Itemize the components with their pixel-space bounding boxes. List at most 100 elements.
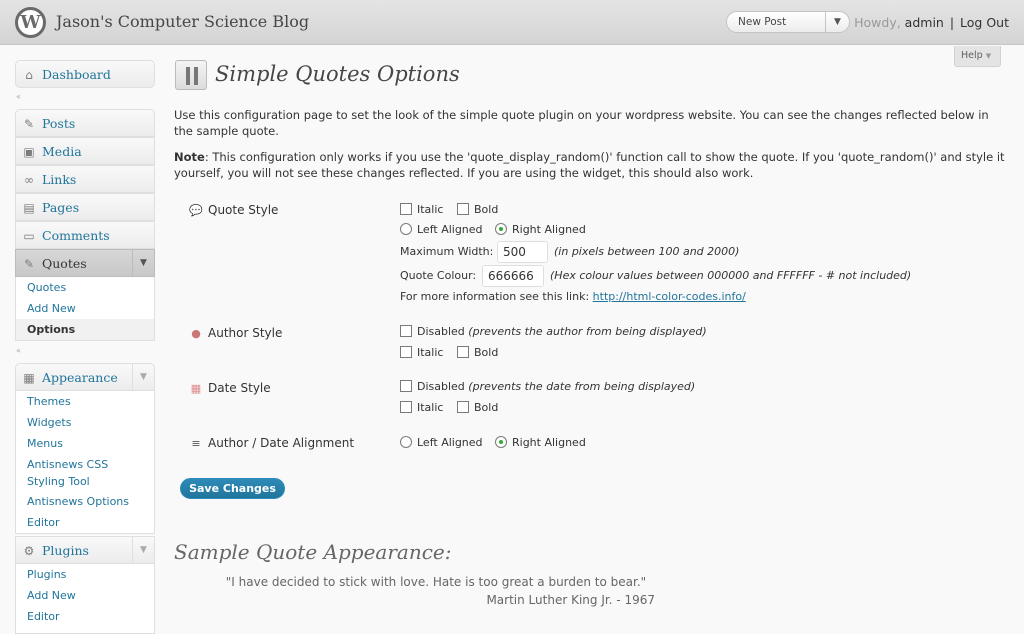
submenu-item-editor[interactable]: Editor bbox=[16, 606, 154, 627]
submenu-item-plugins[interactable]: Plugins bbox=[16, 564, 154, 585]
sidebar-item-comments[interactable]: ▭ Comments bbox=[15, 221, 155, 249]
sidebar-item-label[interactable]: Comments bbox=[42, 228, 110, 243]
pages-icon: ▤ bbox=[23, 201, 35, 215]
quote-style-text: Quote Style bbox=[208, 203, 279, 217]
sample-quote-text: "I have decided to stick with love. Hate… bbox=[225, 575, 647, 589]
submenu-item-widgets[interactable]: Widgets bbox=[16, 412, 154, 433]
appearance-icon: ▦ bbox=[23, 371, 35, 385]
note-body: : This configuration only works if you u… bbox=[174, 150, 1005, 180]
favorite-actions-dropdown[interactable]: New Post ▼ bbox=[726, 11, 850, 33]
more-info-text: For more information see this link: http… bbox=[400, 290, 746, 303]
quote-style-label: 💬 Quote Style bbox=[188, 203, 278, 217]
submenu-item-antisnews-css[interactable]: Antisnews CSS bbox=[16, 456, 154, 473]
submenu-item-antisnews-options[interactable]: Antisnews Options bbox=[16, 491, 154, 512]
plugins-submenu: Plugins Add New Editor bbox=[15, 564, 155, 634]
quotes-submenu: Quotes Add New Options bbox=[15, 277, 155, 341]
sidebar-item-label[interactable]: Media bbox=[42, 144, 82, 159]
help-tab[interactable]: Help ▼ bbox=[954, 46, 1001, 67]
sample-quote-heading: Sample Quote Appearance: bbox=[174, 540, 452, 564]
checkbox-label: Bold bbox=[474, 346, 499, 359]
save-changes-button[interactable]: Save Changes bbox=[180, 478, 285, 499]
max-width-label: Maximum Width: bbox=[400, 245, 494, 258]
color-codes-link[interactable]: http://html-color-codes.info/ bbox=[593, 290, 746, 303]
submenu-item-editor[interactable]: Editor bbox=[16, 512, 154, 533]
quote-right-aligned-radio[interactable]: Right Aligned bbox=[495, 223, 586, 236]
align-icon: ≡ bbox=[191, 437, 201, 450]
help-label[interactable]: Help bbox=[961, 50, 983, 61]
sidebar-item-quotes[interactable]: ✎ Quotes ▼ bbox=[15, 249, 155, 277]
help-arrow-icon: ▼ bbox=[985, 52, 992, 60]
sidebar-item-label[interactable]: Appearance bbox=[42, 370, 118, 385]
date-disabled-checkbox[interactable]: Disabled (prevents the date from being d… bbox=[400, 380, 695, 393]
max-width-input[interactable] bbox=[497, 241, 548, 263]
alignment-label: ≡ Author / Date Alignment bbox=[188, 436, 354, 450]
logout-link[interactable]: Log Out bbox=[960, 15, 1009, 30]
appearance-submenu: Themes Widgets Menus Antisnews CSS Styli… bbox=[15, 391, 155, 534]
submenu-item-menus[interactable]: Menus bbox=[16, 433, 154, 454]
sidebar-item-label[interactable]: Pages bbox=[42, 200, 79, 215]
site-title[interactable]: Jason's Computer Science Blog bbox=[56, 12, 309, 31]
author-style-text: Author Style bbox=[208, 326, 283, 340]
chevron-down-icon[interactable]: ▼ bbox=[132, 250, 154, 276]
sidebar-item-label[interactable]: Dashboard bbox=[42, 67, 111, 82]
quote-left-aligned-radio[interactable]: Left Aligned bbox=[400, 223, 483, 236]
howdy-text: Howdy, bbox=[854, 15, 901, 30]
author-disabled-checkbox[interactable]: Disabled (prevents the author from being… bbox=[400, 325, 707, 338]
sidebar-item-media[interactable]: ▣ Media bbox=[15, 137, 155, 165]
plug-icon: ⚙ bbox=[23, 544, 35, 558]
sidebar-item-label[interactable]: Plugins bbox=[42, 543, 89, 558]
quote-italic-checkbox[interactable]: Italic bbox=[400, 203, 443, 216]
quote-colour-input[interactable] bbox=[482, 265, 544, 287]
sidebar-item-label[interactable]: Links bbox=[42, 172, 76, 187]
sidebar-item-appearance[interactable]: ▦ Appearance ▼ bbox=[15, 363, 155, 391]
speech-bubble-icon: 💬 bbox=[189, 204, 203, 217]
submenu-item-quotes[interactable]: Quotes bbox=[16, 277, 154, 298]
chevron-down-icon[interactable]: ▼ bbox=[132, 364, 154, 390]
sidebar-item-links[interactable]: ∞ Links bbox=[15, 165, 155, 193]
sidebar-item-posts[interactable]: ✎ Posts bbox=[15, 109, 155, 137]
wordpress-logo-icon[interactable]: W bbox=[15, 7, 46, 38]
note-text: Note: This configuration only works if y… bbox=[174, 150, 1009, 181]
author-bold-checkbox[interactable]: Bold bbox=[457, 346, 498, 359]
favorite-actions-label[interactable]: New Post bbox=[738, 16, 786, 28]
sidebar-item-label[interactable]: Posts bbox=[42, 116, 75, 131]
page-title: Simple Quotes Options bbox=[215, 62, 460, 86]
submenu-item-add-new[interactable]: Add New bbox=[16, 298, 154, 319]
quote-colour-hint: (Hex colour values between 000000 and FF… bbox=[550, 269, 912, 282]
radio-label: Left Aligned bbox=[417, 223, 483, 236]
author-date-right-aligned-radio[interactable]: Right Aligned bbox=[495, 436, 586, 449]
date-bold-checkbox[interactable]: Bold bbox=[457, 401, 498, 414]
user-icon: ● bbox=[191, 327, 201, 340]
date-italic-checkbox[interactable]: Italic bbox=[400, 401, 443, 414]
radio-label: Left Aligned bbox=[417, 436, 483, 449]
submenu-item-styling-tool[interactable]: Styling Tool bbox=[16, 473, 154, 491]
user-info: Howdy, admin | Log Out bbox=[854, 15, 1009, 30]
checkbox-label: Italic bbox=[417, 203, 444, 216]
author-date-left-aligned-radio[interactable]: Left Aligned bbox=[400, 436, 483, 449]
username-link[interactable]: admin bbox=[905, 15, 944, 30]
sample-quote: "I have decided to stick with love. Hate… bbox=[174, 573, 698, 609]
calendar-icon: ▦ bbox=[190, 382, 202, 395]
checkbox-label: Bold bbox=[474, 401, 499, 414]
sidebar-item-label[interactable]: Quotes bbox=[42, 256, 87, 271]
sidebar-item-plugins[interactable]: ⚙ Plugins ▼ bbox=[15, 536, 155, 564]
submenu-item-themes[interactable]: Themes bbox=[16, 391, 154, 412]
media-icon: ▣ bbox=[23, 145, 35, 159]
submenu-item-add-new[interactable]: Add New bbox=[16, 585, 154, 606]
intro-text: Use this configuration page to set the l… bbox=[174, 108, 989, 138]
collapse-separator-icon[interactable]: « bbox=[16, 346, 21, 355]
more-info-label: For more information see this link: bbox=[400, 290, 590, 303]
sidebar-item-dashboard[interactable]: ⌂ Dashboard bbox=[15, 60, 155, 88]
radio-label: Right Aligned bbox=[512, 223, 586, 236]
sample-quote-author: Martin Luther King Jr. - 1967 bbox=[486, 593, 655, 607]
submenu-item-options[interactable]: Options bbox=[16, 319, 154, 340]
quote-bold-checkbox[interactable]: Bold bbox=[457, 203, 498, 216]
quote-colour-label: Quote Colour: bbox=[400, 269, 477, 282]
pushpin-icon: ✎ bbox=[23, 117, 35, 131]
collapse-separator-icon[interactable]: « bbox=[16, 92, 21, 101]
comments-icon: ▭ bbox=[23, 229, 35, 243]
sidebar-item-pages[interactable]: ▤ Pages bbox=[15, 193, 155, 221]
chevron-down-icon[interactable]: ▼ bbox=[825, 12, 849, 32]
author-italic-checkbox[interactable]: Italic bbox=[400, 346, 443, 359]
chevron-down-icon[interactable]: ▼ bbox=[132, 537, 154, 563]
